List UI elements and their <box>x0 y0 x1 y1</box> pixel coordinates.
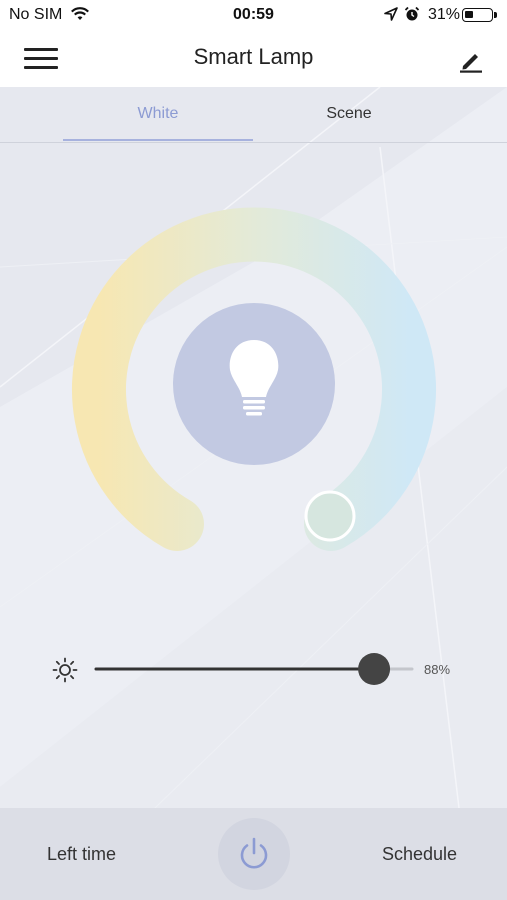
alarm-icon <box>404 6 420 21</box>
brightness-slider[interactable] <box>94 649 414 689</box>
bottom-bar: Left time Schedule <box>0 808 507 900</box>
edit-icon[interactable] <box>457 46 485 74</box>
power-button[interactable] <box>218 818 290 890</box>
left-time-button[interactable]: Left time <box>47 844 116 865</box>
lamp-control-area: White Scene 88% Left time Schedule <box>0 87 507 900</box>
active-tab-indicator <box>63 139 253 141</box>
status-bar: No SIM 00:59 31% <box>0 0 507 30</box>
color-temperature-handle[interactable] <box>304 490 356 542</box>
mode-tabs: White Scene <box>0 87 507 143</box>
battery-percent: 31% <box>428 6 461 23</box>
color-temperature-wheel[interactable] <box>66 199 442 575</box>
brightness-row: 88% <box>0 649 507 689</box>
nav-bar: Smart Lamp <box>0 30 507 87</box>
brightness-icon <box>52 657 78 683</box>
tab-scene[interactable]: Scene <box>254 105 444 123</box>
battery-icon <box>462 8 497 22</box>
slider-thumb[interactable] <box>358 653 391 685</box>
tab-white[interactable]: White <box>63 105 253 123</box>
brightness-value: 88% <box>424 662 451 677</box>
schedule-button[interactable]: Schedule <box>382 844 457 865</box>
page-title: Smart Lamp <box>193 44 314 69</box>
location-icon <box>384 7 398 21</box>
power-icon <box>240 837 268 869</box>
